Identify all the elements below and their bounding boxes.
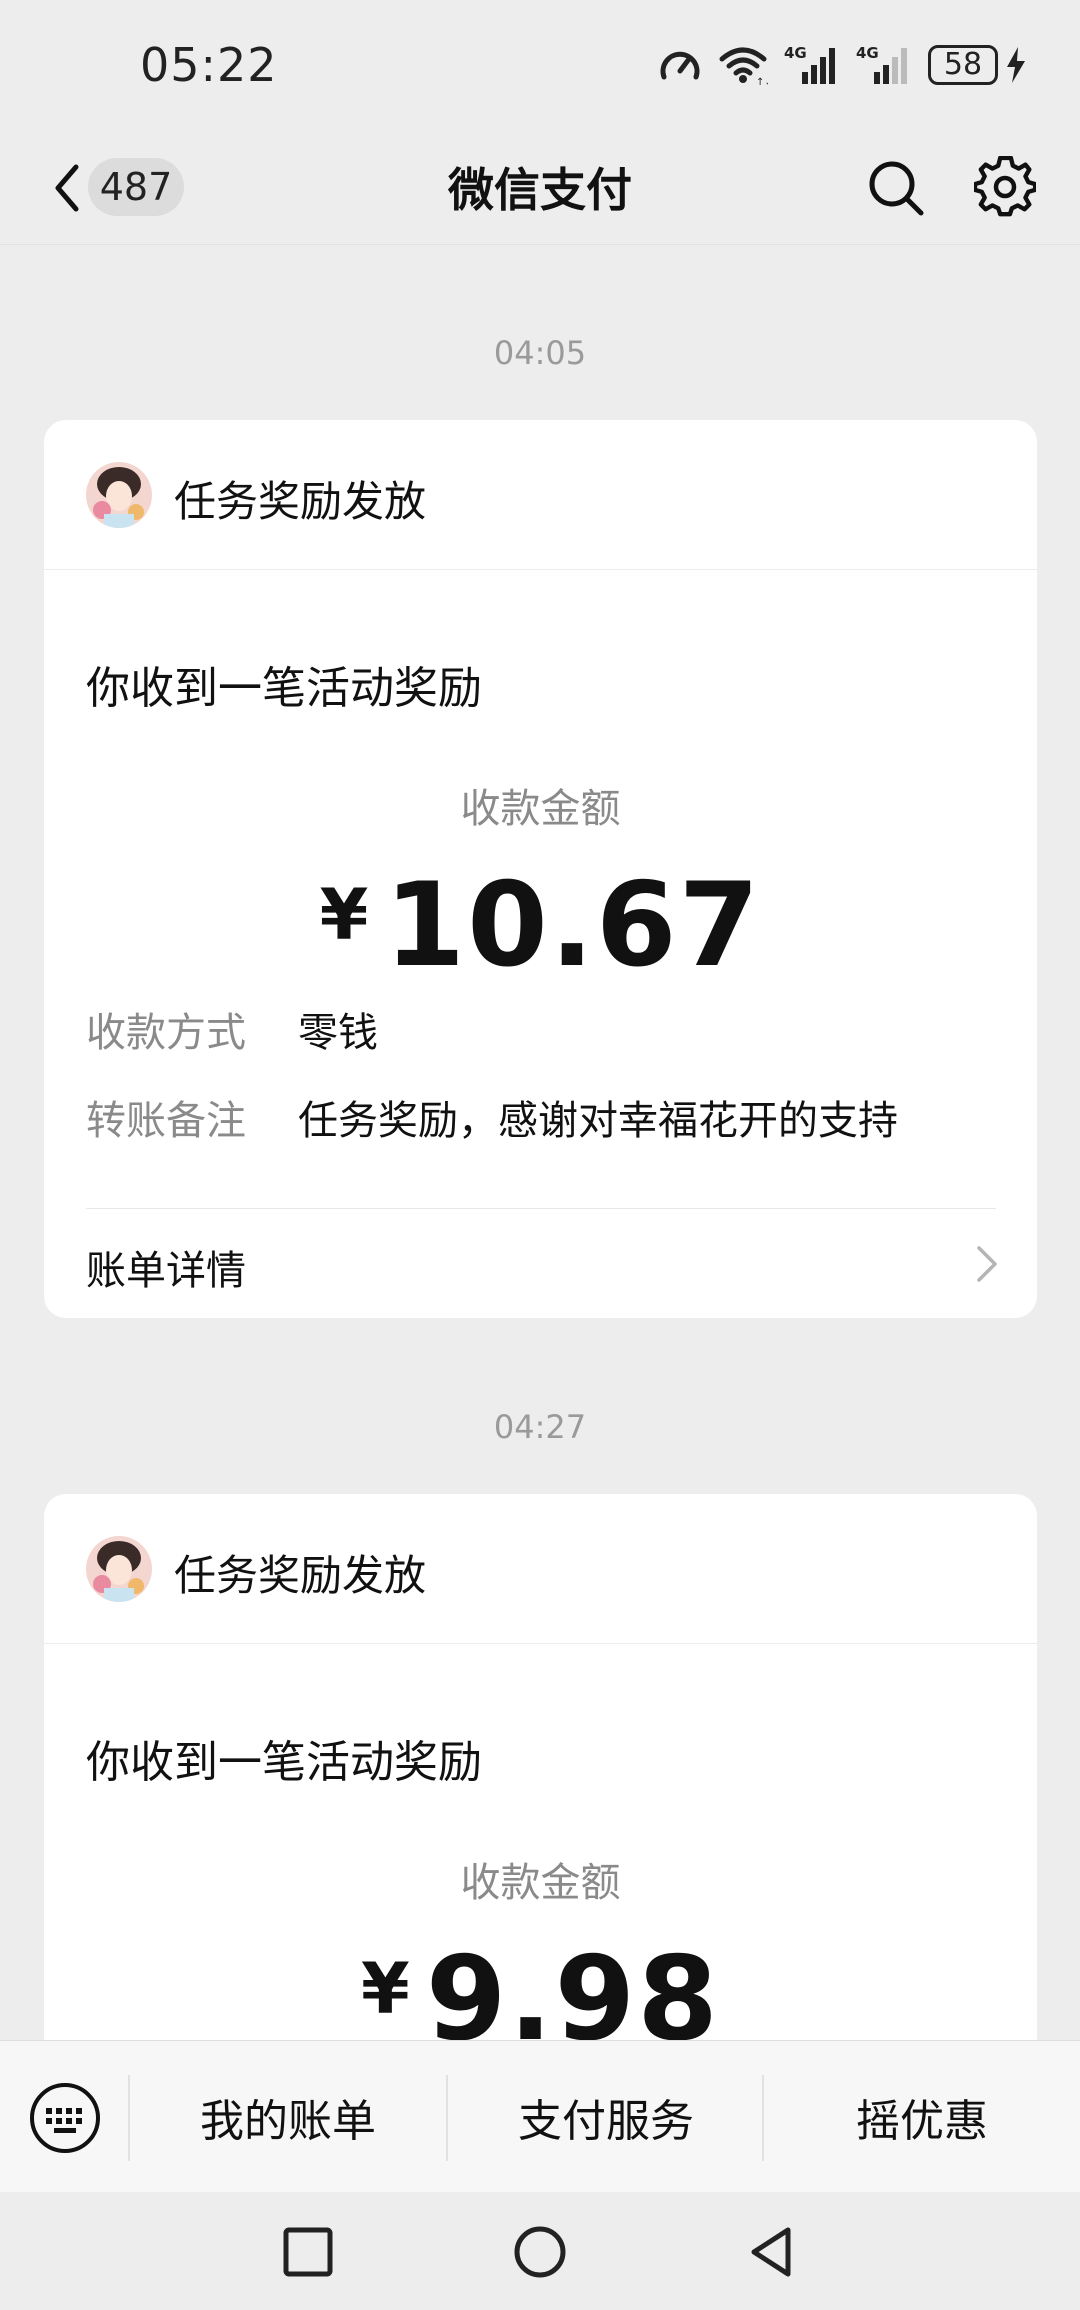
battery-level: 58	[928, 45, 998, 85]
unread-count-badge[interactable]: 487	[88, 158, 184, 216]
amount: ¥10.67	[44, 858, 1037, 993]
charging-icon	[1007, 47, 1025, 83]
svg-text:4G: 4G	[856, 44, 879, 62]
gear-icon[interactable]	[974, 156, 1036, 218]
signal-4g-icon: 4G	[784, 44, 835, 84]
amount-value: 10.67	[384, 858, 762, 993]
payment-card[interactable]: 任务奖励发放 你收到一笔活动奖励 收款金额 ¥10.67 收款方式 零钱 转账备…	[44, 420, 1037, 1318]
status-bar: 05:22 ↑↓ 4G 4G 58	[0, 0, 1080, 130]
menu-payment-services[interactable]: 支付服务	[448, 2041, 764, 2193]
menu-my-bills[interactable]: 我的账单	[130, 2041, 446, 2193]
search-icon[interactable]	[866, 158, 926, 218]
back-button[interactable]	[42, 160, 92, 216]
payment-card[interactable]: 任务奖励发放 你收到一笔活动奖励 收款金额 ¥9.98	[44, 1494, 1037, 2134]
bill-detail-label: 账单详情	[86, 1248, 246, 1294]
signal-4g-icon: 4G	[856, 44, 907, 84]
triangle-back-icon[interactable]	[742, 2222, 802, 2282]
chevron-left-icon	[55, 164, 79, 212]
avatar	[86, 462, 152, 528]
bottom-menu: 我的账单 支付服务 摇优惠	[0, 2040, 1080, 2192]
message-timestamp: 04:05	[493, 334, 587, 372]
sender-name: 任务奖励发放	[174, 477, 427, 526]
payment-method-value: 零钱	[298, 1010, 378, 1056]
menu-shake-deals[interactable]: 摇优惠	[764, 2041, 1080, 2193]
card-header: 任务奖励发放	[44, 1494, 1037, 1644]
amount-label: 收款金额	[460, 1860, 621, 1906]
svg-text:↑↓: ↑↓	[756, 77, 768, 85]
nav-bar: 487 微信支付	[0, 130, 1080, 245]
currency-symbol: ¥	[361, 1948, 412, 2030]
system-nav-bar	[0, 2192, 1080, 2310]
speed-icon	[660, 51, 700, 80]
card-header: 任务奖励发放	[44, 420, 1037, 570]
amount-label: 收款金额	[460, 786, 621, 832]
message-timestamp: 04:27	[493, 1408, 587, 1446]
sender-name: 任务奖励发放	[174, 1551, 427, 1600]
circle-home-icon[interactable]	[510, 2222, 570, 2282]
status-time: 05:22	[140, 38, 278, 92]
status-icons: ↑↓ 4G 4G 58	[658, 40, 1028, 90]
wifi-icon: ↑↓	[719, 47, 768, 85]
transfer-note-label: 转账备注	[86, 1098, 246, 1144]
card-title: 你收到一笔活动奖励	[86, 663, 482, 714]
keyboard-icon[interactable]	[28, 2081, 102, 2155]
bill-detail-link[interactable]: 账单详情	[44, 1208, 1037, 1318]
transfer-note-value: 任务奖励，感谢对幸福花开的支持	[298, 1098, 898, 1144]
avatar	[86, 1536, 152, 1602]
chevron-right-icon	[977, 1246, 997, 1282]
svg-text:4G: 4G	[784, 44, 807, 62]
square-recent-icon[interactable]	[278, 2222, 338, 2282]
currency-symbol: ¥	[319, 874, 371, 956]
battery-icon: 58	[928, 45, 1028, 85]
payment-method-label: 收款方式	[86, 1010, 246, 1056]
card-title: 你收到一笔活动奖励	[86, 1737, 482, 1788]
